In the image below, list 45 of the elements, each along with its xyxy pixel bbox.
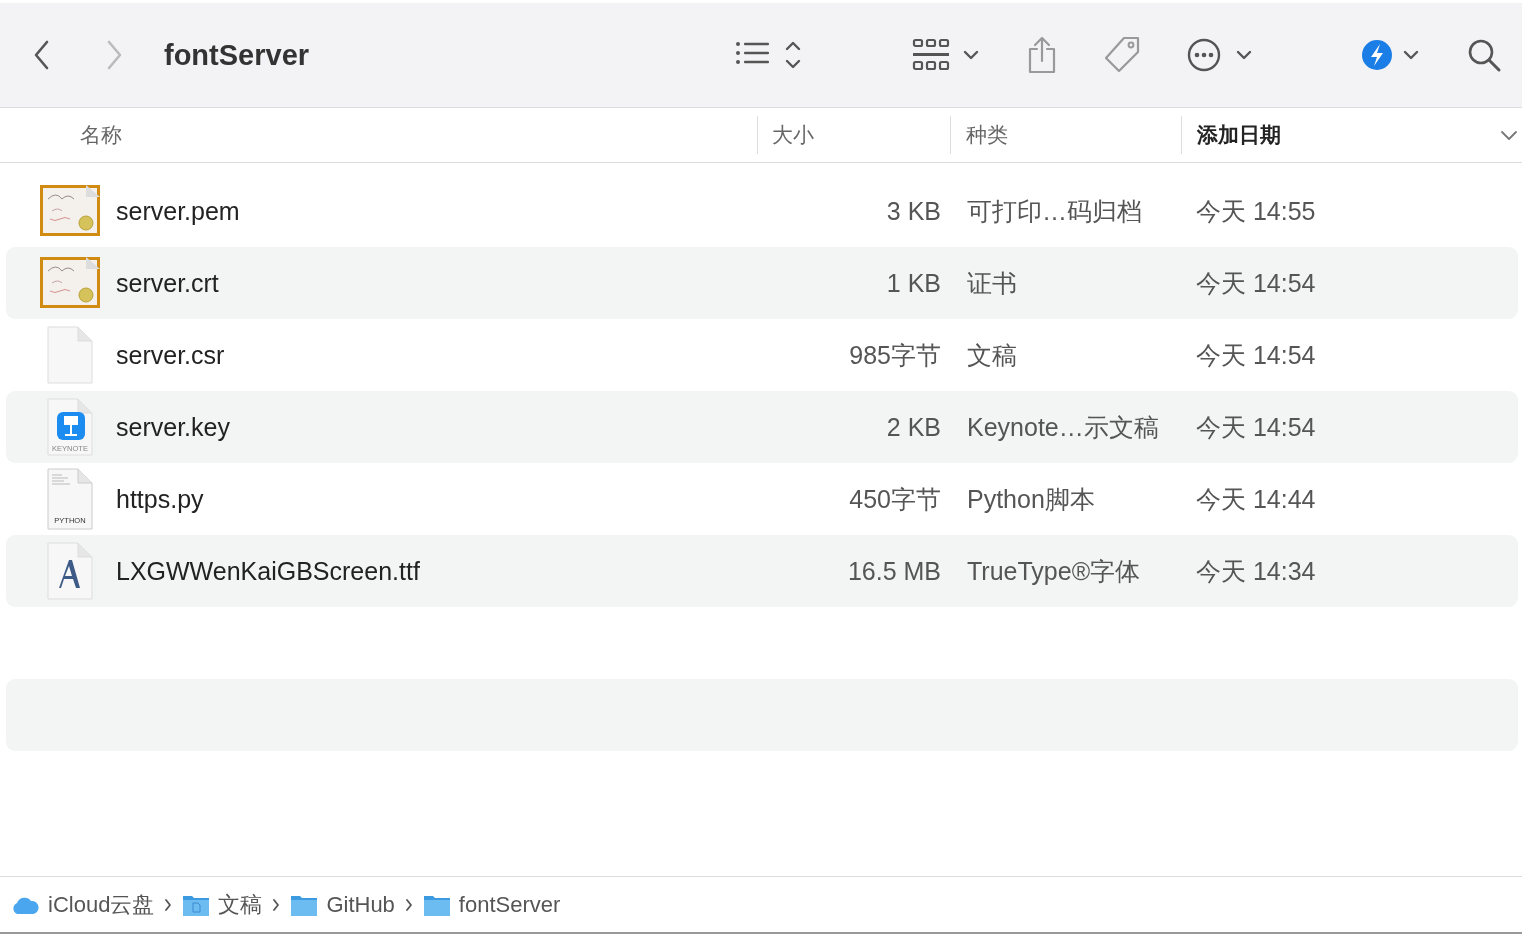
more-icon[interactable]: [1186, 37, 1252, 73]
file-kind: Keynote…示文稿: [966, 411, 1160, 443]
file-size: 985字节: [848, 339, 941, 371]
file-kind: Python脚本: [966, 483, 1096, 515]
file-name: server.pem: [116, 196, 240, 226]
path-item[interactable]: fontServer: [458, 891, 561, 918]
file-name: server.key: [116, 412, 230, 442]
path-item[interactable]: GitHub: [326, 891, 395, 918]
date-added: 今天 14:55: [1195, 195, 1316, 227]
date-added: 今天 14:54: [1195, 267, 1316, 299]
file-size: 3 KB: [885, 196, 941, 226]
date-added: 今天 14:34: [1195, 555, 1316, 587]
chevron-icon: [272, 897, 281, 912]
chevron-icon: [164, 897, 173, 912]
certificate-icon: [40, 257, 100, 309]
tag-icon[interactable]: [1102, 35, 1142, 75]
sort-chevron-icon[interactable]: [1500, 129, 1518, 141]
file-kind: 可打印…码归档: [966, 195, 1143, 227]
window-title: fontServer: [164, 38, 310, 72]
certificate-icon: [40, 185, 100, 237]
file-name: server.crt: [116, 268, 219, 298]
path-item[interactable]: 文稿: [218, 889, 263, 920]
search-icon[interactable]: [1466, 37, 1502, 73]
file-name: https.py: [116, 484, 204, 514]
file-kind: 文稿: [966, 339, 1018, 371]
file-name: LXGWWenKaiGBScreen.ttf: [116, 556, 420, 586]
file-row[interactable]: server.crt 1 KB 证书 今天 14:54: [6, 247, 1518, 319]
chevron-icon: [404, 897, 413, 912]
column-heading[interactable]: 添加日期: [1181, 116, 1281, 154]
path-item[interactable]: iCloud云盘: [48, 889, 155, 920]
file-kind: TrueType®字体: [966, 555, 1142, 587]
date-added: 今天 14:54: [1195, 339, 1316, 371]
column-heading[interactable]: 大小: [757, 116, 950, 154]
file-size: 2 KB: [885, 412, 941, 442]
column-heading[interactable]: 名称: [0, 116, 757, 154]
file-size: 1 KB: [885, 268, 941, 298]
file-size: 450字节: [848, 483, 941, 515]
file-kind: 证书: [966, 267, 1018, 299]
date-added: 今天 14:44: [1195, 483, 1316, 515]
file-row[interactable]: LXGWWenKaiGBScreen.ttf 16.5 MB TrueType®字体 今天 14:34: [6, 535, 1518, 607]
file-size: 16.5 MB: [846, 556, 941, 586]
share-icon[interactable]: [1026, 35, 1058, 75]
file-name: server.csr: [116, 340, 225, 370]
column-heading[interactable]: 种类: [950, 116, 1181, 154]
date-added: 今天 14:54: [1195, 411, 1316, 443]
